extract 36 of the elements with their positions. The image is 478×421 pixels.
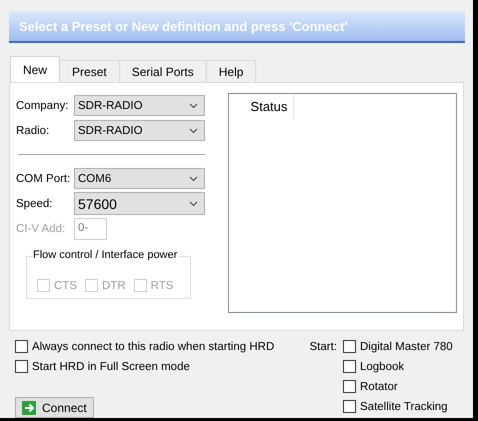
tab[interactable]: Help [206, 60, 256, 82]
field-label: Speed: [16, 198, 54, 210]
field-label: COM Port: [16, 172, 72, 184]
dropdown[interactable]: COM6 [74, 168, 205, 189]
field-label: Company: [16, 100, 70, 112]
dialog-title: Select a Preset or New definition and press 'Connect' [9, 11, 465, 43]
group-title: Flow control / Interface power [32, 249, 178, 261]
checkbox-label: Satellite Tracking [360, 400, 448, 412]
chevron-down-icon [189, 176, 198, 182]
checkbox-label: CTS [54, 280, 77, 292]
checkbox-label: DTR [102, 280, 126, 292]
dropdown[interactable]: 57600 [74, 192, 205, 215]
chevron-down-icon [189, 102, 198, 108]
chevron-down-icon [189, 200, 198, 206]
dropdown[interactable]: SDR-RADIO [74, 95, 205, 116]
dropdown[interactable]: SDR-RADIO [74, 120, 205, 141]
checkbox-label: Rotator [360, 380, 398, 392]
connect-button[interactable]: Connect [15, 397, 94, 418]
checkbox[interactable] [343, 360, 356, 373]
checkbox-label: Start HRD in Full Screen mode [32, 360, 190, 372]
checkbox[interactable] [15, 340, 28, 353]
tab[interactable]: New [10, 56, 60, 82]
checkbox-label: RTS [150, 280, 174, 292]
field-label: CI-V Add: [16, 222, 66, 234]
checkbox[interactable] [343, 340, 356, 353]
start-label: Start: [310, 340, 338, 355]
column-header[interactable]: Status [244, 94, 294, 120]
arrow-right-icon [22, 400, 36, 414]
checkbox[interactable] [15, 360, 28, 373]
chevron-down-icon [189, 128, 198, 134]
checkbox-label: Logbook [360, 360, 404, 372]
checkbox[interactable] [343, 380, 356, 393]
checkbox-label: Always connect to this radio when starting HRD [32, 340, 274, 352]
field-label: Radio: [16, 124, 50, 136]
checkbox-label: Digital Master 780 [360, 340, 453, 352]
checkbox[interactable] [343, 400, 356, 413]
